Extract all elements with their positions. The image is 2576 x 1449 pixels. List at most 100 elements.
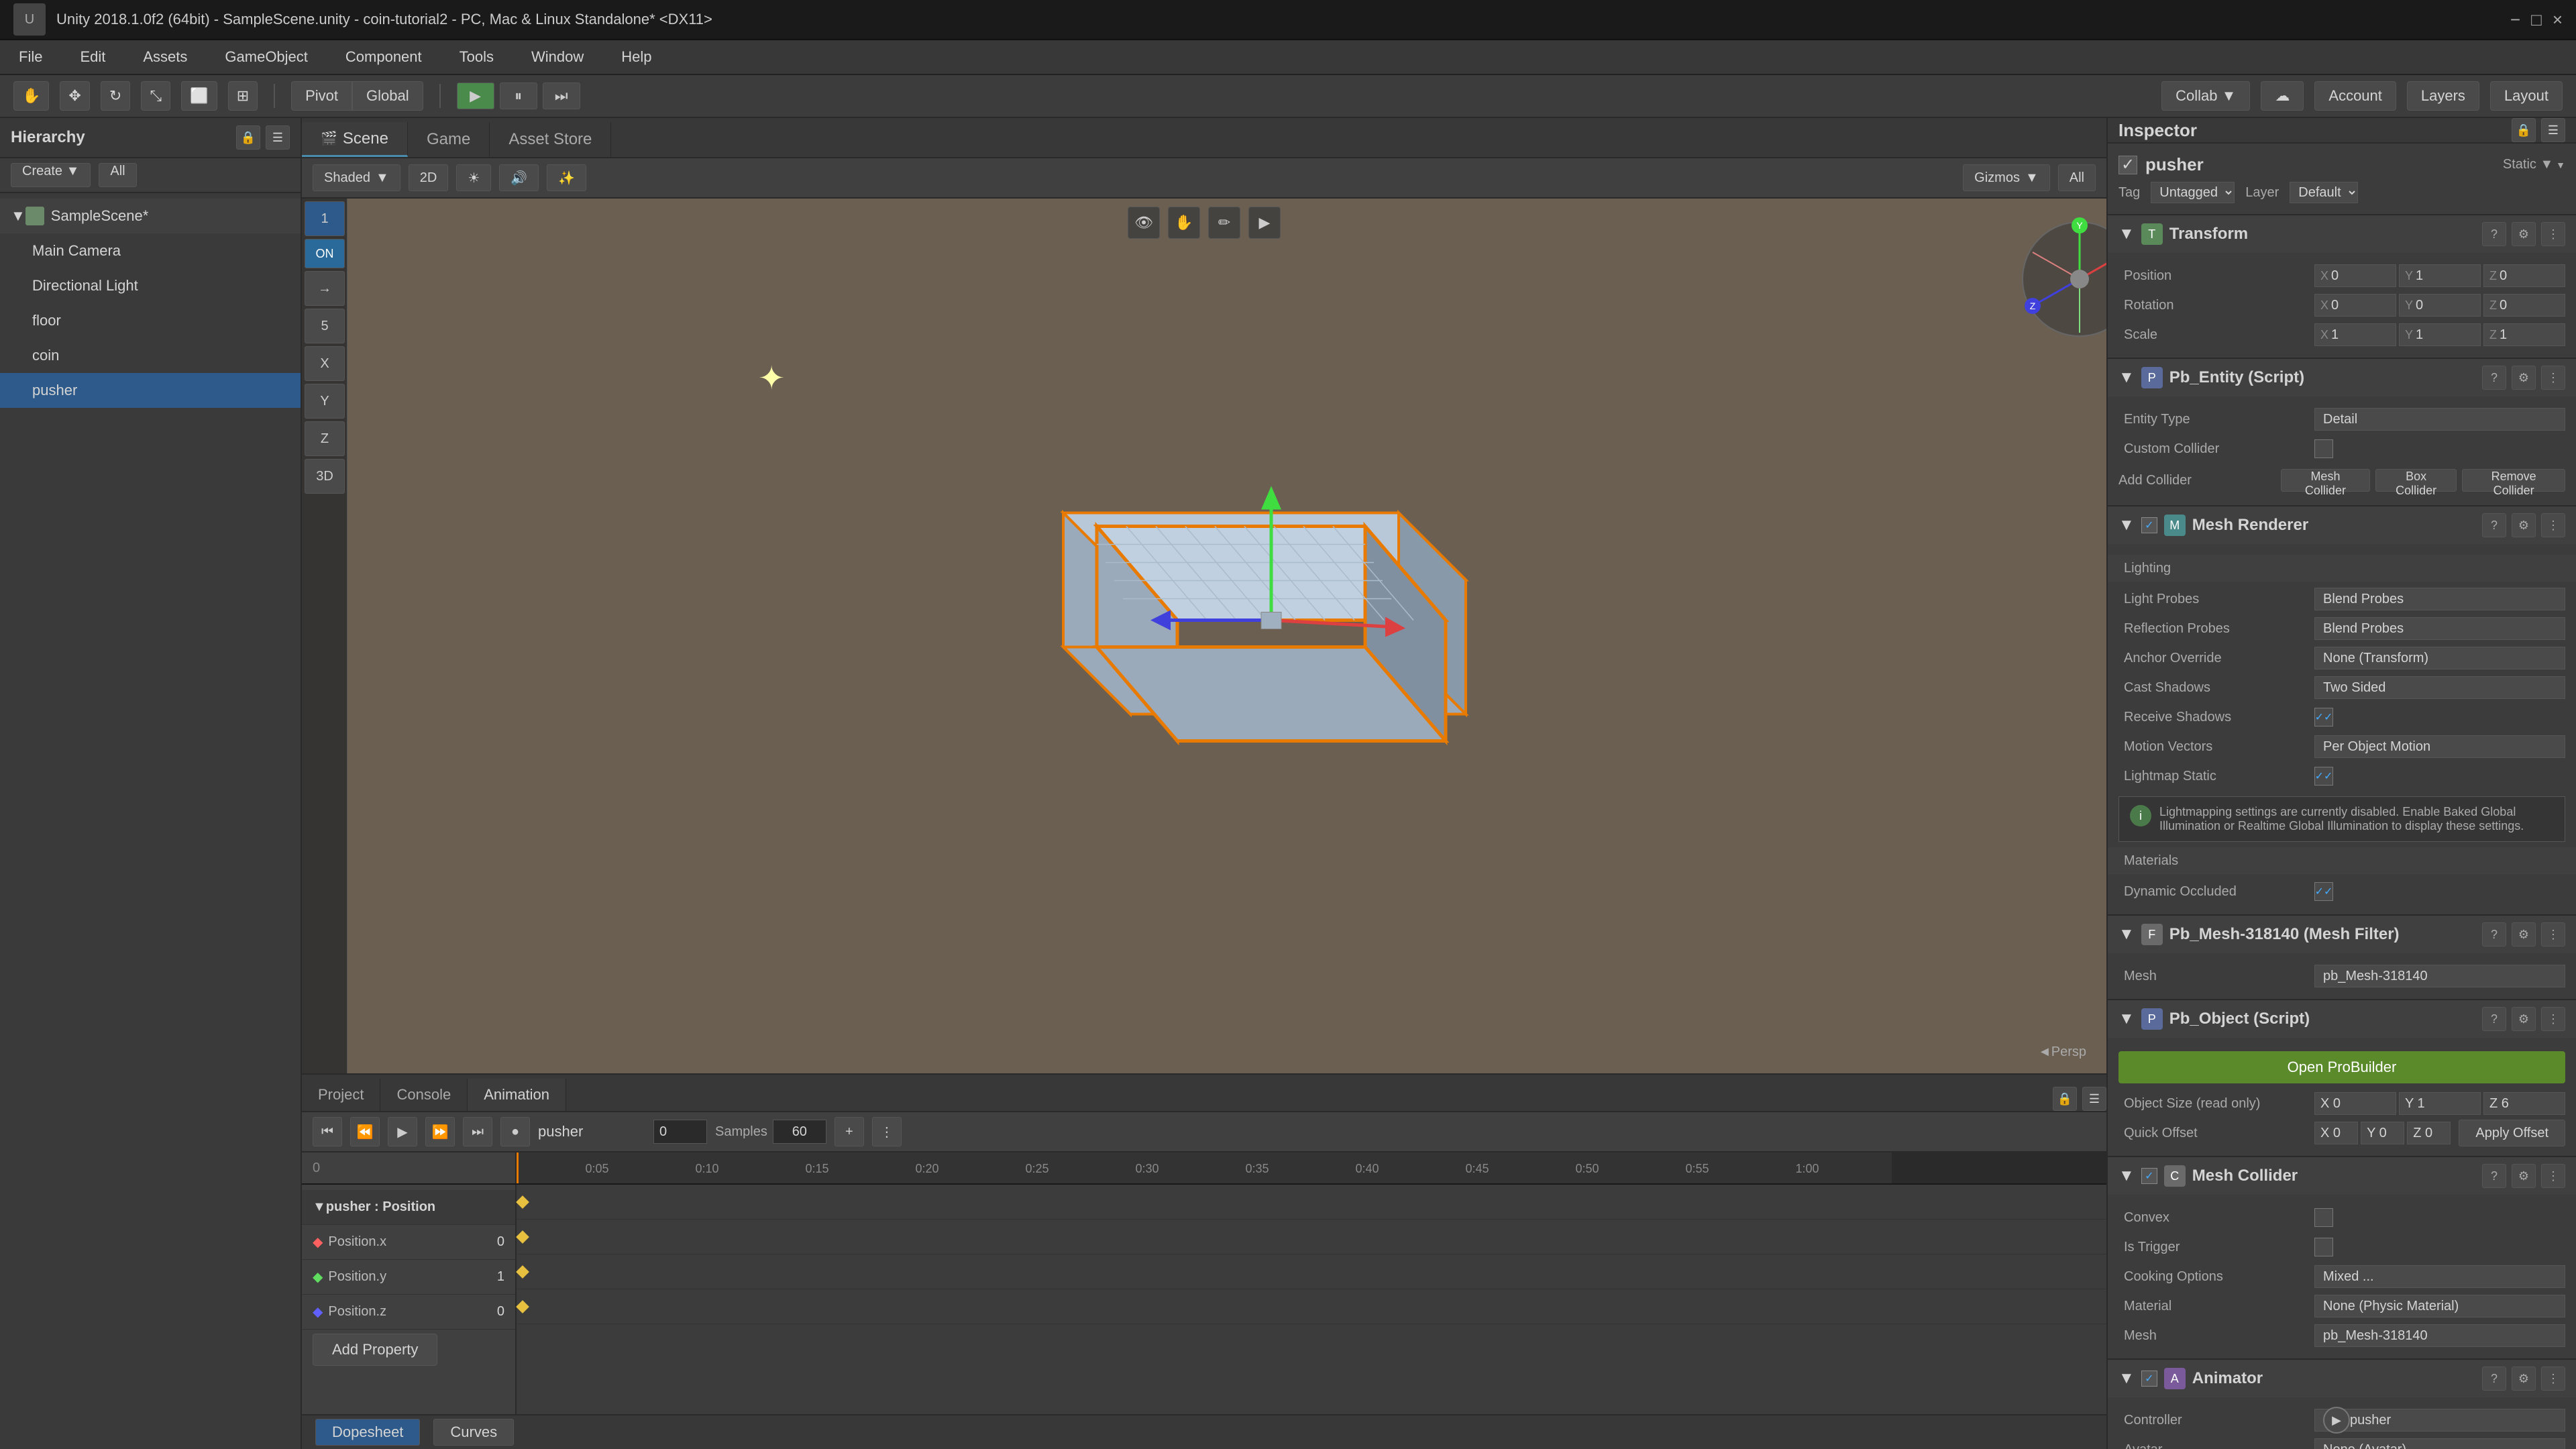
pause-button[interactable]: ⏸ <box>500 83 537 109</box>
cooking-options-value[interactable]: Mixed ... <box>2314 1265 2565 1288</box>
pb-entity-settings[interactable]: ⚙ <box>2512 366 2536 390</box>
position-y-field[interactable]: Y 1 <box>2399 264 2481 287</box>
lighting-button[interactable]: ☀ <box>456 164 491 191</box>
tab-console[interactable]: Console <box>380 1079 468 1111</box>
hierarchy-lock[interactable]: 🔒 <box>236 125 260 150</box>
lightmap-static-checkbox[interactable]: ✓ <box>2314 767 2333 786</box>
convex-checkbox[interactable] <box>2314 1208 2333 1227</box>
anim-play-button[interactable]: ▶ <box>388 1117 417 1146</box>
quick-offset-y[interactable]: Y 0 <box>2361 1122 2404 1144</box>
toolbar-rotate[interactable]: ↻ <box>101 81 130 111</box>
tag-select[interactable]: Untagged <box>2151 182 2235 203</box>
animator-menu[interactable]: ⋮ <box>2541 1366 2565 1391</box>
menu-gameobject[interactable]: GameObject <box>219 46 313 68</box>
quick-offset-x[interactable]: X 0 <box>2314 1122 2358 1144</box>
mesh-filter-settings[interactable]: ⚙ <box>2512 922 2536 947</box>
shading-mode-button[interactable]: Shaded ▼ <box>313 164 400 191</box>
close-button[interactable]: × <box>2553 9 2563 30</box>
inspector-lock[interactable]: 🔒 <box>2512 118 2536 142</box>
mesh-collider-settings[interactable]: ⚙ <box>2512 1164 2536 1188</box>
track-content[interactable] <box>517 1185 2106 1414</box>
menu-assets[interactable]: Assets <box>138 46 193 68</box>
samples-input[interactable]: 60 <box>773 1120 826 1144</box>
side-tool-y[interactable]: Y <box>305 384 345 419</box>
transform-settings[interactable]: ⚙ <box>2512 222 2536 246</box>
scale-x-field[interactable]: X 1 <box>2314 323 2396 346</box>
menu-file[interactable]: File <box>13 46 48 68</box>
layers-button[interactable]: Layers <box>2407 81 2479 111</box>
animator-help[interactable]: ? <box>2482 1366 2506 1391</box>
rotation-x-field[interactable]: X 0 <box>2314 294 2396 317</box>
transform-menu[interactable]: ⋮ <box>2541 222 2565 246</box>
mesh-renderer-checkbox[interactable]: ✓ <box>2141 517 2157 533</box>
view-icon-pencil[interactable]: ✏ <box>1208 207 1240 239</box>
anim-prev-frame-button[interactable]: ⏪ <box>350 1117 380 1146</box>
timeline-ruler-track[interactable]: 0:05 0:10 0:15 0:20 0:25 0:30 0:35 0:40 … <box>517 1152 1892 1183</box>
inspector-menu[interactable]: ☰ <box>2541 118 2565 142</box>
object-active-checkbox[interactable]: ✓ <box>2118 156 2137 174</box>
side-tool-z[interactable]: Z <box>305 421 345 456</box>
toolbar-rect[interactable]: ⬜ <box>181 81 217 111</box>
cloud-button[interactable]: ☁ <box>2261 81 2304 111</box>
hierarchy-item-floor[interactable]: floor <box>0 303 301 338</box>
quick-offset-z[interactable]: Z 0 <box>2407 1122 2451 1144</box>
anchor-override-value[interactable]: None (Transform) <box>2314 647 2565 669</box>
account-button[interactable]: Account <box>2314 81 2396 111</box>
mesh-renderer-header[interactable]: ▼ ✓ M Mesh Renderer ? ⚙ ⋮ <box>2108 506 2576 544</box>
remove-collider-button[interactable]: Remove Collider <box>2462 469 2565 492</box>
mesh-collider-menu[interactable]: ⋮ <box>2541 1164 2565 1188</box>
view-icon-eye[interactable]: 👁 <box>1128 207 1160 239</box>
global-button[interactable]: Global <box>352 81 423 111</box>
side-tool-move[interactable]: → <box>305 271 345 306</box>
pb-entity-help[interactable]: ? <box>2482 366 2506 390</box>
playhead[interactable] <box>517 1152 519 1183</box>
pb-object-settings[interactable]: ⚙ <box>2512 1007 2536 1031</box>
tab-animation[interactable]: Animation <box>468 1079 566 1111</box>
keyframe-0[interactable] <box>516 1195 529 1209</box>
pb-object-help[interactable]: ? <box>2482 1007 2506 1031</box>
hierarchy-create-button[interactable]: Create ▼ <box>11 163 91 187</box>
position-x-field[interactable]: X 0 <box>2314 264 2396 287</box>
layer-select[interactable]: Default <box>2290 182 2358 203</box>
add-property-button[interactable]: Add Property <box>313 1334 437 1366</box>
window-controls[interactable]: − □ × <box>2510 9 2563 30</box>
scene-gizmo[interactable]: X Y Z <box>2012 212 2093 292</box>
mesh-filter-menu[interactable]: ⋮ <box>2541 922 2565 947</box>
keyframe-z[interactable] <box>516 1300 529 1313</box>
box-collider-button[interactable]: Box Collider <box>2375 469 2457 492</box>
avatar-value[interactable]: None (Avatar) <box>2314 1438 2565 1449</box>
custom-collider-checkbox[interactable] <box>2314 439 2333 458</box>
mesh-collider-help[interactable]: ? <box>2482 1164 2506 1188</box>
mesh-renderer-settings[interactable]: ⚙ <box>2512 513 2536 537</box>
vfx-button[interactable]: ✨ <box>547 164 586 191</box>
toolbar-transform[interactable]: ⊞ <box>228 81 258 111</box>
anim-rewind-button[interactable]: ⏮ <box>313 1117 342 1146</box>
anim-record-button[interactable]: ● <box>500 1117 530 1146</box>
cast-shadows-value[interactable]: Two Sided <box>2314 676 2565 699</box>
is-trigger-checkbox[interactable] <box>2314 1238 2333 1256</box>
mesh-renderer-help[interactable]: ? <box>2482 513 2506 537</box>
scale-y-field[interactable]: Y 1 <box>2399 323 2481 346</box>
mesh-filter-mesh-value[interactable]: pb_Mesh-318140 <box>2314 965 2565 987</box>
hierarchy-all-button[interactable]: All <box>99 163 136 187</box>
collab-button[interactable]: Collab ▼ <box>2161 81 2250 111</box>
bottom-panel-lock[interactable]: 🔒 <box>2053 1087 2077 1111</box>
keyframe-y[interactable] <box>516 1265 529 1279</box>
maximize-button[interactable]: □ <box>2531 9 2542 30</box>
dopesheet-tab[interactable]: Dopesheet <box>315 1419 420 1446</box>
scale-z-field[interactable]: Z 1 <box>2483 323 2565 346</box>
collider-mesh-value[interactable]: pb_Mesh-318140 <box>2314 1324 2565 1347</box>
side-tool-x[interactable]: X <box>305 346 345 381</box>
mesh-collider-button[interactable]: Mesh Collider <box>2281 469 2370 492</box>
toolbar-hand[interactable]: ✋ <box>13 81 49 111</box>
anim-options-button[interactable]: ⋮ <box>872 1117 902 1146</box>
pb-entity-header[interactable]: ▼ P Pb_Entity (Script) ? ⚙ ⋮ <box>2108 359 2576 396</box>
anim-add-curve-button[interactable]: + <box>835 1117 864 1146</box>
curves-tab[interactable]: Curves <box>433 1419 514 1446</box>
toolbar-scale[interactable]: ⤡ <box>141 81 170 111</box>
side-tool-on[interactable]: ON <box>305 239 345 268</box>
open-probuilder-button[interactable]: Open ProBuilder <box>2118 1051 2565 1083</box>
controller-value[interactable]: ▶ pusher <box>2314 1409 2565 1432</box>
play-button[interactable]: ▶ <box>457 83 494 109</box>
keyframe-x[interactable] <box>516 1230 529 1244</box>
